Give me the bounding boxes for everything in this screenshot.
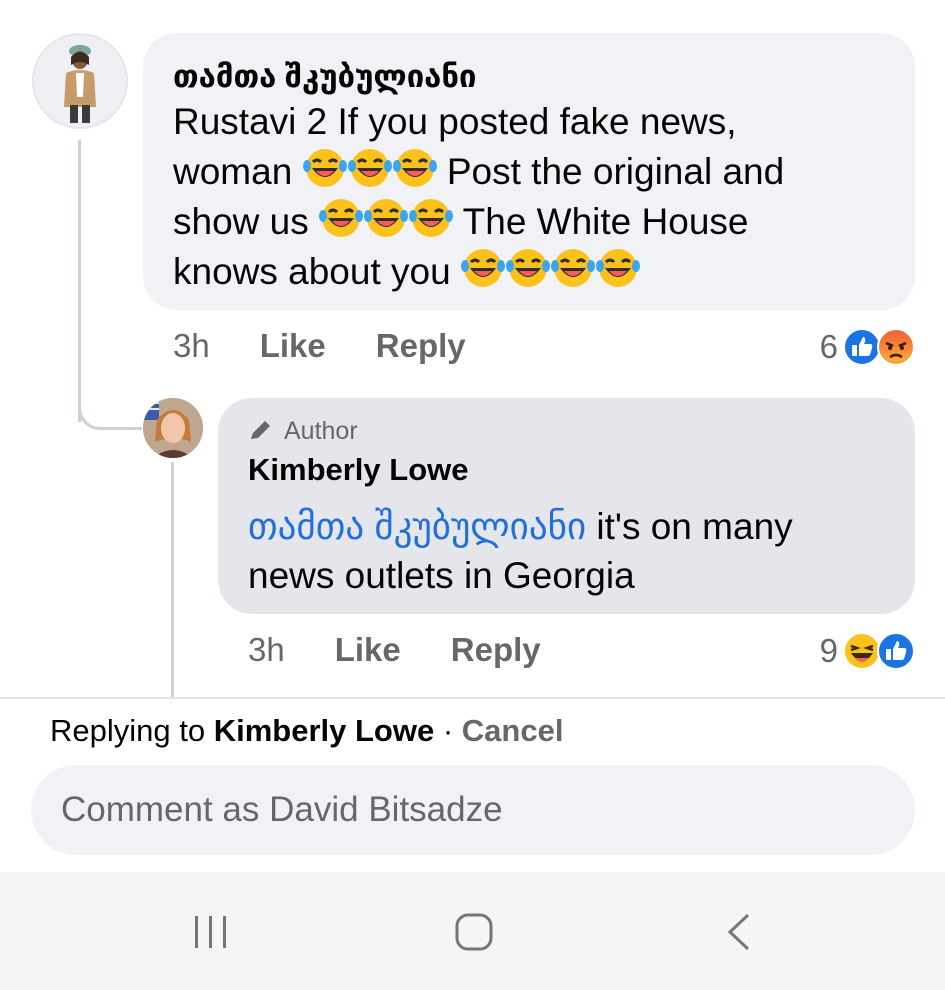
comment-text-segment: Rustavi 2 If you posted fake news, xyxy=(173,101,737,142)
comment-timestamp[interactable]: 3h xyxy=(173,327,210,365)
reply-bubble[interactable]: Author Kimberly Lowe თამთა შკუბულიანი it… xyxy=(218,398,915,614)
reply-actions: 3h Like Reply xyxy=(248,631,591,669)
laughing-tears-icon xyxy=(302,147,437,189)
like-icon xyxy=(877,632,915,670)
comment-text-segment: show us xyxy=(173,201,309,242)
avatar-cartoon-icon xyxy=(34,35,126,127)
comment-author-name[interactable]: თამთა შკუბულიანი xyxy=(173,57,885,97)
home-icon xyxy=(455,913,493,951)
avatar-reply[interactable] xyxy=(143,398,203,458)
comment-text-segment: knows about you xyxy=(173,251,451,292)
back-chevron-icon xyxy=(727,913,750,951)
avatar[interactable] xyxy=(32,33,128,129)
replying-separator: · xyxy=(434,713,462,748)
reply-timestamp[interactable]: 3h xyxy=(248,631,285,669)
author-badge-label: Author xyxy=(284,417,358,445)
comment-bubble[interactable]: თამთა შკუბულიანი Rustavi 2 If you posted… xyxy=(143,33,915,310)
replying-to-name: Kimberly Lowe xyxy=(213,713,435,748)
comment-input[interactable]: Comment as David Bitsadze xyxy=(31,765,915,855)
home-button[interactable] xyxy=(444,902,504,962)
thread-line-reply xyxy=(171,462,174,698)
replying-prefix: Replying to xyxy=(50,713,214,748)
system-nav-bar xyxy=(0,872,945,990)
comment-text: Rustavi 2 If you posted fake news, woman xyxy=(173,97,885,296)
reply-text-line: news outlets in Georgia xyxy=(248,555,635,596)
comment-actions: 3h Like Reply xyxy=(173,327,516,365)
like-button[interactable]: Like xyxy=(335,631,401,669)
reaction-summary-reply[interactable]: 9 xyxy=(820,631,916,671)
like-button[interactable]: Like xyxy=(260,327,326,365)
recent-apps-button[interactable] xyxy=(181,902,241,962)
pencil-icon xyxy=(251,421,270,439)
reply-text-line: it's on many xyxy=(586,506,793,547)
author-badge: Author xyxy=(248,416,885,446)
thread-curve xyxy=(78,380,142,430)
comment-text-segment: woman xyxy=(173,151,293,192)
laughing-emoji-group xyxy=(302,147,447,192)
reaction-summary[interactable]: 6 xyxy=(820,327,916,367)
divider xyxy=(0,697,945,699)
cancel-reply-button[interactable]: Cancel xyxy=(462,713,564,748)
reply-author-name[interactable]: Kimberly Lowe xyxy=(248,450,885,490)
reply-text: თამთა შკუბულიანი it's on many news outle… xyxy=(248,502,885,600)
comment-thread-screen: თამთა შკუბულიანი Rustavi 2 If you posted… xyxy=(0,0,945,990)
comment-text-segment: The White House xyxy=(462,201,749,242)
reaction-count: 6 xyxy=(819,328,838,365)
angry-icon xyxy=(877,328,915,366)
avatar-photo-icon xyxy=(143,398,203,458)
laughing-tears-icon xyxy=(319,197,454,239)
mention-link[interactable]: თამთა შკუბულიანი xyxy=(248,506,586,547)
comment-text-segment: Post the original and xyxy=(446,151,785,192)
reply-button[interactable]: Reply xyxy=(376,327,466,365)
reaction-count: 9 xyxy=(819,632,838,669)
recents-icon xyxy=(195,916,226,948)
laughing-tears-icon xyxy=(460,247,641,289)
back-button[interactable] xyxy=(710,902,770,962)
comment-input-placeholder: Comment as David Bitsadze xyxy=(61,790,503,829)
reply-button[interactable]: Reply xyxy=(451,631,541,669)
replying-to-bar: Replying to Kimberly Lowe · Cancel xyxy=(50,713,563,749)
